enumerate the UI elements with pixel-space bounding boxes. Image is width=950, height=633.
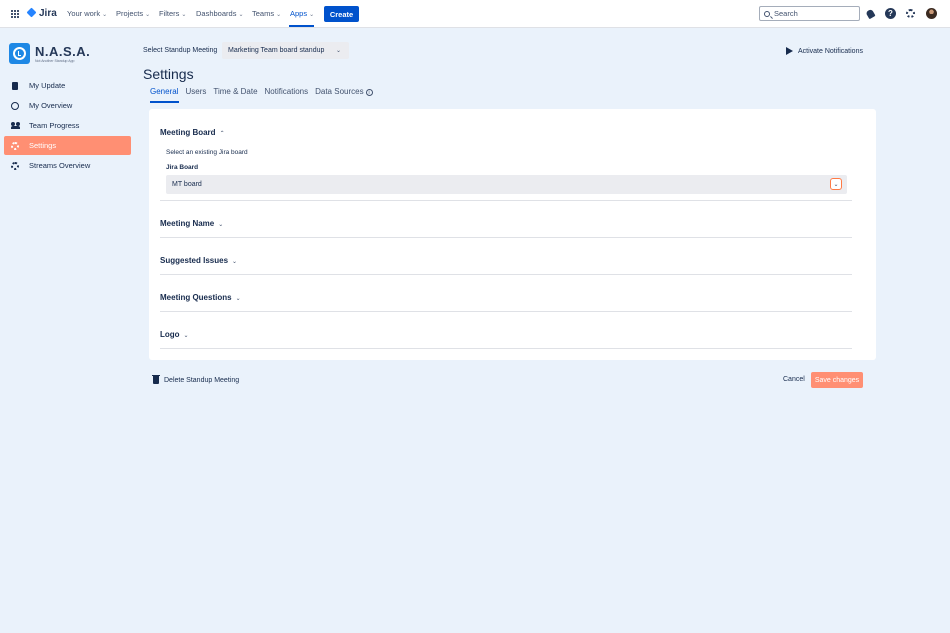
activate-notifications-label: Activate Notifications xyxy=(798,47,863,55)
standup-select-label: Select Standup Meeting xyxy=(143,47,218,54)
jira-logo[interactable]: Jira xyxy=(26,8,57,19)
chevron-down-icon: ⌄ xyxy=(309,12,315,18)
search-input[interactable] xyxy=(774,9,854,18)
search-icon xyxy=(764,10,770,17)
search-box[interactable] xyxy=(759,6,860,21)
chevron-down-icon: ⌄ xyxy=(145,12,151,18)
sidebar-item-streams-overview[interactable]: Streams Overview xyxy=(4,156,131,175)
play-icon xyxy=(786,47,793,55)
nav-teams[interactable]: Teams ⌄ xyxy=(252,9,281,18)
activate-notifications-button[interactable]: Activate Notifications xyxy=(786,47,863,55)
chevron-down-icon: ⌄ xyxy=(232,259,238,265)
section-title: Meeting Questions xyxy=(160,293,232,302)
sidebar-item-my-update[interactable]: My Update xyxy=(4,76,131,95)
nav-dashboards[interactable]: Dashboards ⌄ xyxy=(196,9,243,18)
trash-icon xyxy=(152,375,160,384)
team-icon xyxy=(11,122,20,130)
settings-panel xyxy=(149,109,876,360)
jira-board-select[interactable]: MT board ⌄ xyxy=(166,175,847,194)
chevron-down-icon: ⌄ xyxy=(181,12,187,18)
nav-projects[interactable]: Projects ⌄ xyxy=(116,9,150,18)
phone-icon xyxy=(11,81,19,90)
notifications-button[interactable] xyxy=(865,8,876,19)
nasa-logo-icon xyxy=(9,43,30,64)
settings-tabs: General Users Time & Date Notifications … xyxy=(150,87,373,96)
sidebar-item-label: My Update xyxy=(29,81,66,90)
profile-button[interactable] xyxy=(926,8,937,19)
gear-icon xyxy=(11,141,19,150)
page-title: Settings xyxy=(143,66,194,82)
chevron-down-icon[interactable]: ⌄ xyxy=(830,178,842,190)
settings-button[interactable] xyxy=(905,8,916,19)
help-icon: ? xyxy=(885,8,896,19)
tab-time-date[interactable]: Time & Date xyxy=(213,87,257,96)
megaphone-icon xyxy=(865,8,876,19)
help-button[interactable]: ? xyxy=(885,8,896,19)
save-button[interactable]: Save changes xyxy=(811,372,863,388)
delete-standup-button[interactable]: Delete Standup Meeting xyxy=(152,375,240,384)
chevron-down-icon: ⌄ xyxy=(238,12,244,18)
gear-icon xyxy=(11,161,19,170)
jira-logo-icon xyxy=(26,9,36,19)
app-switcher-icon[interactable] xyxy=(11,10,19,18)
info-icon: i xyxy=(365,89,373,96)
top-navigation: Jira Your work ⌄ Projects ⌄ Filters ⌄ Dashb… xyxy=(0,0,950,28)
section-meeting-name[interactable]: Meeting Name ⌄ xyxy=(160,219,223,228)
tab-users[interactable]: Users xyxy=(185,87,206,96)
chevron-down-icon: ⌄ xyxy=(335,48,341,54)
active-nav-indicator xyxy=(289,25,314,27)
tab-general[interactable]: General xyxy=(150,87,178,96)
sidebar-item-settings[interactable]: Settings xyxy=(4,136,131,155)
section-suggested-issues[interactable]: Suggested Issues ⌄ xyxy=(160,256,237,265)
app-logo-subtitle: Not Another Standup App xyxy=(35,59,75,63)
section-meeting-board[interactable]: Meeting Board ⌃ xyxy=(160,128,225,137)
jira-board-value: MT board xyxy=(172,181,202,188)
chevron-up-icon: ⌃ xyxy=(219,131,225,137)
nav-apps[interactable]: Apps ⌄ xyxy=(290,9,314,18)
tab-data-sources[interactable]: Data Sources i xyxy=(315,87,373,96)
divider xyxy=(160,237,852,238)
standup-meeting-select[interactable]: Marketing Team board standup ⌄ xyxy=(222,42,349,59)
helper-text: Select an existing Jira board xyxy=(166,149,248,156)
section-title: Logo xyxy=(160,330,180,339)
delete-standup-label: Delete Standup Meeting xyxy=(164,376,240,384)
chevron-down-icon: ⌄ xyxy=(218,222,224,228)
tab-notifications[interactable]: Notifications xyxy=(265,87,309,96)
chevron-down-icon: ⌄ xyxy=(183,333,189,339)
avatar xyxy=(926,8,937,19)
sidebar-item-label: Team Progress xyxy=(29,121,80,130)
nav-filters[interactable]: Filters ⌄ xyxy=(159,9,186,18)
sidebar-item-team-progress[interactable]: Team Progress xyxy=(4,116,131,135)
section-title: Meeting Name xyxy=(160,219,215,228)
app-logo-title: N.A.S.A. xyxy=(35,44,91,59)
cancel-button[interactable]: Cancel xyxy=(783,376,805,383)
sidebar-item-label: Settings xyxy=(29,141,57,150)
product-name: Jira xyxy=(39,8,57,19)
chevron-down-icon: ⌄ xyxy=(102,12,108,18)
create-button[interactable]: Create xyxy=(324,6,359,22)
nav-your-work[interactable]: Your work ⌄ xyxy=(67,9,107,18)
sidebar-item-my-overview[interactable]: My Overview xyxy=(4,96,131,115)
section-logo[interactable]: Logo ⌄ xyxy=(160,330,189,339)
section-meeting-questions[interactable]: Meeting Questions ⌄ xyxy=(160,293,241,302)
chevron-down-icon: ⌄ xyxy=(276,12,282,18)
chevron-down-icon: ⌄ xyxy=(235,296,241,302)
gear-icon xyxy=(906,9,915,18)
section-title: Meeting Board xyxy=(160,128,216,137)
section-title: Suggested Issues xyxy=(160,256,229,265)
divider xyxy=(160,274,852,275)
user-circle-icon xyxy=(11,101,19,110)
tab-label: Data Sources xyxy=(315,87,364,96)
sidebar-item-label: Streams Overview xyxy=(29,161,91,170)
divider xyxy=(160,311,852,312)
jira-board-label: Jira Board xyxy=(166,164,199,171)
divider xyxy=(160,348,852,349)
active-tab-indicator xyxy=(150,101,179,103)
divider xyxy=(160,200,852,201)
standup-select-value: Marketing Team board standup xyxy=(228,47,325,54)
sidebar-item-label: My Overview xyxy=(29,101,73,110)
